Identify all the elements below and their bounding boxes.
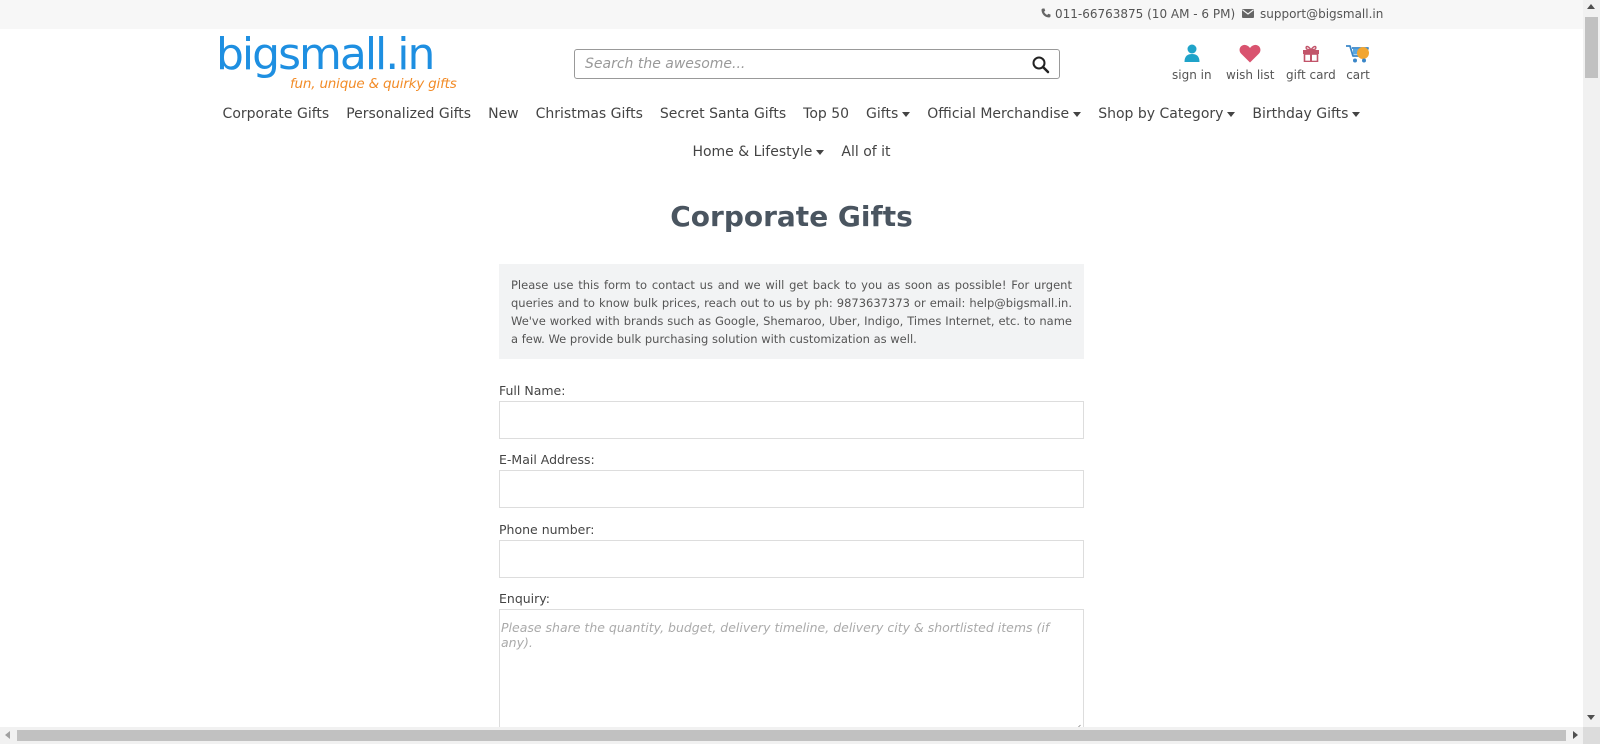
nav-item-personalized-gifts[interactable]: Personalized Gifts — [346, 106, 471, 122]
phone-contact[interactable]: 011-66763875 (10 AM - 6 PM) — [1041, 7, 1235, 21]
nav-item-shop-by-category[interactable]: Shop by Category — [1098, 106, 1236, 122]
horizontal-scroll-thumb[interactable] — [17, 730, 1566, 741]
gift-card-label: gift card — [1286, 68, 1336, 82]
nav-item-all-of-it[interactable]: All of it — [841, 144, 890, 160]
envelope-icon — [1242, 7, 1254, 21]
caret-down-icon — [902, 111, 911, 117]
nav-item-home-lifestyle[interactable]: Home & Lifestyle — [692, 144, 825, 160]
nav-item-top-50[interactable]: Top 50 — [803, 106, 849, 122]
nav-item-official-merchandise[interactable]: Official Merchandise — [927, 106, 1082, 122]
caret-down-icon — [1352, 111, 1361, 117]
sign-in-label: sign in — [1172, 68, 1212, 82]
email-contact[interactable]: support@bigsmall.in — [1242, 7, 1383, 21]
phone-input[interactable] — [500, 541, 1083, 577]
gift-card-link[interactable]: gift card — [1286, 43, 1336, 82]
phone-field — [499, 540, 1084, 578]
email-label: E-Mail Address: — [499, 452, 595, 467]
search-bar — [574, 49, 1060, 79]
horizontal-scrollbar[interactable] — [0, 727, 1583, 744]
scroll-right-icon[interactable] — [1573, 731, 1578, 739]
search-input[interactable] — [575, 50, 1015, 78]
full-name-input[interactable] — [500, 402, 1083, 438]
email-field — [499, 470, 1084, 508]
caret-down-icon — [1227, 111, 1236, 117]
email-input[interactable] — [500, 471, 1083, 507]
nav-item-corporate-gifts[interactable]: Corporate Gifts — [223, 106, 330, 122]
enquiry-field — [499, 609, 1084, 732]
phone-number: 011-66763875 (10 AM - 6 PM) — [1055, 7, 1236, 21]
nav-item-new[interactable]: New — [488, 106, 519, 122]
user-icon — [1184, 43, 1200, 63]
vertical-scroll-thumb[interactable] — [1585, 17, 1598, 78]
search-icon[interactable] — [1031, 55, 1051, 75]
scroll-down-icon[interactable] — [1587, 715, 1595, 720]
full-name-field — [499, 401, 1084, 439]
wish-list-label: wish list — [1226, 68, 1275, 82]
site-logo[interactable]: bigsmall.in fun, unique & quirky gifts — [216, 29, 457, 94]
support-email: support@bigsmall.in — [1260, 7, 1384, 21]
enquiry-label: Enquiry: — [499, 591, 550, 606]
enquiry-textarea[interactable] — [500, 610, 1083, 727]
nav-item-christmas-gifts[interactable]: Christmas Gifts — [536, 106, 643, 122]
sign-in-link[interactable]: sign in — [1172, 43, 1212, 82]
cart-link[interactable]: cart — [1345, 43, 1371, 82]
intro-note: Please use this form to contact us and w… — [499, 264, 1084, 359]
nav-item-birthday-gifts[interactable]: Birthday Gifts — [1252, 106, 1361, 122]
scroll-left-icon[interactable] — [5, 731, 10, 739]
wish-list-link[interactable]: wish list — [1226, 43, 1274, 82]
cart-label: cart — [1346, 68, 1370, 82]
logo-wordmark: bigsmall.in — [216, 29, 435, 80]
main-nav-row-2: Home & Lifestyle All of it — [0, 144, 1583, 160]
vertical-scrollbar[interactable] — [1583, 0, 1600, 744]
phone-icon — [1041, 7, 1051, 21]
logo-tagline: fun, unique & quirky gifts — [290, 76, 457, 92]
top-utility-bar: 011-66763875 (10 AM - 6 PM) support@bigs… — [0, 0, 1583, 29]
caret-down-icon — [1073, 111, 1082, 117]
resize-handle-icon[interactable] — [1073, 717, 1081, 732]
scrollbar-corner — [1583, 727, 1600, 744]
scroll-up-icon[interactable] — [1587, 4, 1595, 9]
heart-icon — [1239, 43, 1261, 63]
cart-icon — [1345, 43, 1371, 63]
page-title: Corporate Gifts — [670, 200, 913, 233]
nav-item-gifts[interactable]: Gifts — [866, 106, 911, 122]
phone-label: Phone number: — [499, 522, 595, 537]
main-nav-row-1: Corporate Gifts Personalized Gifts New C… — [0, 106, 1583, 122]
caret-down-icon — [816, 149, 825, 155]
nav-item-secret-santa-gifts[interactable]: Secret Santa Gifts — [660, 106, 786, 122]
full-name-label: Full Name: — [499, 383, 566, 398]
gift-icon — [1302, 43, 1320, 63]
